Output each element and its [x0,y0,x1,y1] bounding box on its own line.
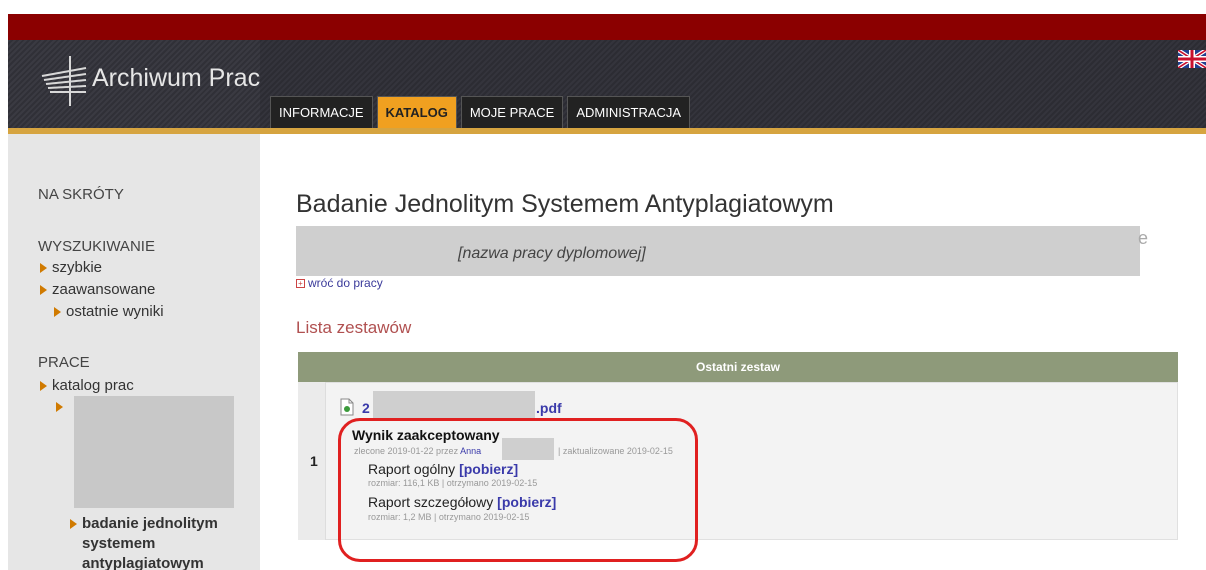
logo-area[interactable]: Archiwum Prac [8,40,260,130]
sidebar-item-label-line2: systemem [82,535,156,552]
sidebar-item-zaawansowane[interactable]: zaawansowane [40,281,155,298]
overflow-letter: e [1138,228,1149,248]
sidebar-section-shortcuts: NA SKRÓTY [38,186,124,203]
uk-flag-icon[interactable] [1178,50,1206,68]
sidebar-item-badanie-jsa[interactable]: badanie jednolitym [70,515,218,532]
sidebar-item-ostatnie-wyniki[interactable]: ostatnie wyniki [54,303,164,320]
section-title-sets: Lista zestawów [296,318,412,337]
top-bar [0,0,1206,40]
bullet-icon [56,402,63,412]
top-red-band [8,14,1206,40]
row-number: 1 [310,453,318,469]
redacted-thesis-title [296,226,1140,276]
bullet-icon [40,262,47,273]
sidebar-item-redacted[interactable] [56,402,63,412]
sidebar-section-works: PRACE [38,354,90,371]
sidebar-section-search: WYSZUKIWANIE [38,238,155,255]
tab-administracja[interactable]: ADMINISTRACJA [567,96,691,128]
sidebar-item-label-line3: antyplagiatowym [82,555,204,570]
page-title: Badanie Jednolitym Systemem Antyplagiato… [296,190,834,218]
file-name-prefix[interactable]: 2 [362,400,370,416]
pdf-file-icon [340,398,354,416]
archive-logo-icon [41,56,87,106]
expand-icon: + [296,278,305,288]
thesis-name-placeholder: [nazwa pracy dyplomowej] [458,245,646,262]
highlight-annotation [338,418,698,562]
bullet-icon [70,518,77,529]
tab-katalog[interactable]: KATALOG [376,96,457,128]
sidebar-item-katalog-prac[interactable]: katalog prac [40,377,134,394]
bullet-icon [54,306,61,317]
main-nav-tabs: INFORMACJE KATALOG MOJE PRACE ADMINISTRA… [270,96,691,128]
sidebar-item-label: zaawansowane [52,281,156,298]
tab-moje-prace[interactable]: MOJE PRACE [460,96,564,128]
redacted-thesis-block [74,396,234,508]
file-name-suffix[interactable]: .pdf [536,400,562,416]
back-to-work-link[interactable]: + wróć do pracy [296,276,383,290]
app-logo-text: Archiwum Prac [92,64,261,92]
sidebar: NA SKRÓTY WYSZUKIWANIE szybkie zaawansow… [8,134,260,570]
table-header: Ostatni zestaw [298,352,1178,382]
sidebar-item-label: katalog prac [52,377,134,394]
sidebar-item-label: ostatnie wyniki [66,303,164,320]
sidebar-item-label: badanie jednolitym [82,515,218,532]
redacted-file-name [373,391,535,421]
back-link-label: wróć do pracy [308,276,383,290]
sidebar-item-szybkie[interactable]: szybkie [40,259,102,276]
sidebar-item-label: szybkie [52,259,103,276]
tab-informacje[interactable]: INFORMACJE [270,96,373,128]
bullet-icon [40,284,47,295]
bullet-icon [40,380,47,391]
